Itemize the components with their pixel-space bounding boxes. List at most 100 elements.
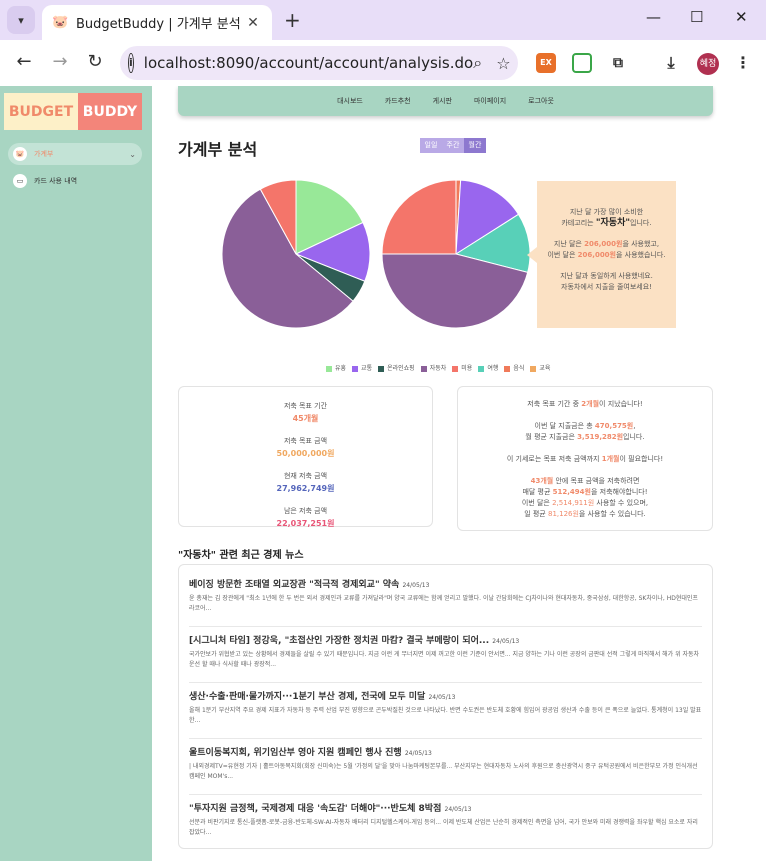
bubble-line: 카테고리는 bbox=[561, 219, 596, 227]
nav-logout[interactable]: 로그아웃 bbox=[528, 96, 554, 106]
news-title[interactable]: 생산·수출·판매·물가까지···1분기 부산 경제, 전국에 모두 미달 bbox=[189, 692, 425, 702]
current-savings-value: 27,962,749원 bbox=[276, 484, 335, 493]
news-title[interactable]: 울트이동복지회, 위기임산부 영아 지원 캠페인 행사 진행 bbox=[189, 748, 402, 758]
nav-card-recommend[interactable]: 카드추천 bbox=[385, 96, 411, 106]
news-title[interactable]: [시그니처 타임] 정강욱, "초접산인 가장한 정치권 마캄? 결국 부메랑이… bbox=[189, 636, 489, 646]
status-value: 43개월 bbox=[530, 477, 554, 485]
pie-slice-미용[interactable] bbox=[381, 179, 457, 255]
this-month-amount: 206,000원 bbox=[577, 251, 616, 259]
news-title[interactable]: 베이징 방문한 조태열 외교장관 "적극적 경제외교" 약속 bbox=[189, 580, 399, 590]
goal-period-label: 저축 목표 기간 bbox=[283, 402, 328, 410]
page: BUDGET BUDDY 🐷 가계부 ⌄ ▭ 카드 사용 내역 대시보드 카드추… bbox=[0, 86, 766, 861]
pie-chart-this-month bbox=[381, 179, 531, 329]
legend-item[interactable]: 교통 bbox=[352, 363, 372, 372]
status-value: 81,126원 bbox=[547, 510, 579, 518]
news-summary: 국가안보가 위협받고 있는 상황에서 경제들을 살릴 수 있기 때문입니다. 지… bbox=[189, 651, 700, 668]
news-item[interactable]: 생산·수출·판매·물가까지···1분기 부산 경제, 전국에 모두 미달 24/… bbox=[189, 683, 702, 739]
reload-icon[interactable]: ↻ bbox=[83, 51, 107, 72]
status-text: 저축 목표 기간 중 bbox=[527, 400, 582, 408]
legend-label: 온라인쇼핑 bbox=[387, 365, 415, 372]
status-text: , bbox=[633, 422, 636, 430]
sidebar-item-account-book[interactable]: 🐷 가계부 ⌄ bbox=[8, 143, 142, 165]
period-monthly[interactable]: 월간 bbox=[464, 138, 486, 153]
status-text: 매달 평균 bbox=[522, 488, 553, 496]
goal-period-value: 45개월 bbox=[292, 414, 319, 423]
menu-kebab-icon[interactable]: ⋮ bbox=[733, 53, 753, 73]
period-weekly[interactable]: 주간 bbox=[442, 138, 464, 153]
top-category: "자동차" bbox=[595, 218, 631, 228]
last-month-amount: 206,000원 bbox=[584, 240, 623, 248]
legend-swatch bbox=[452, 365, 459, 372]
legend-label: 미용 bbox=[461, 365, 473, 372]
news-item[interactable]: "투자지원 금정책, 국제경제 대응 '속도감' 더해야"···반도체 8박점 … bbox=[189, 795, 702, 848]
remaining-savings-label: 남은 저축 금액 bbox=[283, 507, 328, 515]
window-close-icon[interactable]: ✕ bbox=[735, 8, 748, 26]
news-summary: 선분과 비판기지로 통신-플랫폼-로봇-금융-반도체-SW-AI-자동차 배터리… bbox=[189, 819, 698, 836]
legend-item[interactable]: 자동차 bbox=[420, 363, 447, 372]
nav-mypage[interactable]: 마이페이지 bbox=[474, 96, 506, 106]
legend-swatch bbox=[504, 365, 511, 372]
legend-item[interactable]: 음식 bbox=[504, 363, 524, 372]
status-value: 3,519,282원 bbox=[577, 433, 624, 441]
browser-toolbar: ← → ↻ i localhost:8090/account/account/a… bbox=[0, 40, 766, 86]
extensions-puzzle-icon[interactable]: ⧉ bbox=[608, 53, 628, 73]
close-tab-icon[interactable]: ✕ bbox=[244, 15, 262, 31]
nav-dashboard[interactable]: 대시보드 bbox=[337, 96, 363, 106]
news-list: 베이징 방문한 조태열 외교장관 "적극적 경제외교" 약속 24/05/13 … bbox=[178, 564, 713, 849]
bubble-line: 이번 달은 bbox=[547, 251, 578, 259]
period-daily[interactable]: 일일 bbox=[420, 138, 442, 153]
legend-label: 교육 bbox=[539, 365, 551, 372]
logo[interactable]: BUDGET BUDDY bbox=[4, 93, 142, 130]
news-date: 24/05/13 bbox=[444, 806, 472, 813]
bubble-line: 지난 달과 동일하게 사용했네요. bbox=[560, 272, 653, 280]
legend-item[interactable]: 교육 bbox=[530, 363, 550, 372]
legend-item[interactable]: 유흥 bbox=[326, 363, 346, 372]
extension-screen-icon[interactable] bbox=[572, 53, 592, 73]
news-title[interactable]: "투자지원 금정책, 국제경제 대응 '속도감' 더해야"···반도체 8박점 bbox=[189, 804, 441, 814]
legend-item[interactable]: 온라인쇼핑 bbox=[378, 363, 415, 372]
download-icon[interactable]: ⤓ bbox=[661, 53, 681, 73]
browser-tab[interactable]: 🐷 BudgetBuddy | 가계부 분석 ✕ bbox=[42, 5, 272, 40]
logo-budget: BUDGET bbox=[4, 93, 78, 130]
legend-label: 교통 bbox=[361, 365, 373, 372]
zoom-search-icon[interactable]: ⌕ bbox=[473, 53, 482, 73]
legend-label: 자동차 bbox=[429, 365, 447, 372]
status-value: 512,494원 bbox=[552, 488, 591, 496]
savings-goal-card: 저축 목표 기간 45개월 저축 목표 금액 50,000,000원 현재 저축… bbox=[178, 386, 433, 528]
status-value: 2,514,911원 bbox=[552, 499, 595, 507]
legend-swatch bbox=[420, 365, 427, 372]
piggy-bank-icon: 🐷 bbox=[13, 147, 27, 161]
profile-avatar[interactable]: 혜정 bbox=[697, 53, 719, 75]
status-text: 이 필요합니다! bbox=[619, 455, 664, 463]
remaining-savings-value: 22,037,251원 bbox=[276, 519, 335, 528]
address-bar[interactable]: i localhost:8090/account/account/analysi… bbox=[120, 46, 518, 80]
news-date: 24/05/13 bbox=[404, 750, 432, 757]
legend-label: 유흥 bbox=[335, 365, 347, 372]
maximize-icon[interactable]: ☐ bbox=[690, 8, 703, 26]
legend-item[interactable]: 여행 bbox=[478, 363, 498, 372]
status-text: 이번 달은 bbox=[521, 499, 553, 507]
sidebar-item-card-history[interactable]: ▭ 카드 사용 내역 bbox=[8, 170, 142, 192]
bubble-line: 지난 달 가장 많이 소비한 bbox=[569, 208, 644, 216]
goal-amount-value: 50,000,000원 bbox=[276, 449, 335, 458]
sidebar-item-label: 카드 사용 내역 bbox=[34, 177, 78, 185]
status-text: 을 저축해야합니다! bbox=[590, 488, 648, 496]
nav-board[interactable]: 게시판 bbox=[433, 96, 452, 106]
status-text: 이 지났습니다! bbox=[599, 400, 643, 408]
forward-icon[interactable]: → bbox=[48, 51, 72, 72]
insight-bubble: 지난 달 가장 많이 소비한 카테고리는 "자동차"입니다. 지난 달은 206… bbox=[527, 181, 676, 328]
news-summary: 올해 1분기 부산지역 주요 경제 지표가 자동차 등 주력 산업 부진 영향으… bbox=[189, 707, 702, 724]
legend-swatch bbox=[378, 365, 385, 372]
extension-ex-icon[interactable]: EX bbox=[536, 53, 556, 73]
browser-tabbar: ▾ 🐷 BudgetBuddy | 가계부 분석 ✕ + — ☐ ✕ bbox=[0, 0, 766, 40]
site-info-icon[interactable]: i bbox=[128, 53, 134, 73]
news-item[interactable]: 울트이동복지회, 위기임산부 영아 지원 캠페인 행사 진행 24/05/13 … bbox=[189, 739, 702, 795]
new-tab-icon[interactable]: + bbox=[284, 8, 301, 32]
legend-item[interactable]: 미용 bbox=[452, 363, 472, 372]
minimize-icon[interactable]: — bbox=[646, 8, 661, 26]
back-icon[interactable]: ← bbox=[12, 51, 36, 72]
news-item[interactable]: [시그니처 타임] 정강욱, "초접산인 가장한 정치권 마캄? 결국 부메랑이… bbox=[189, 627, 702, 683]
news-item[interactable]: 베이징 방문한 조태열 외교장관 "적극적 경제외교" 약속 24/05/13 … bbox=[189, 571, 702, 627]
bookmark-star-icon[interactable]: ☆ bbox=[496, 54, 510, 73]
tab-search-button[interactable]: ▾ bbox=[7, 6, 35, 34]
